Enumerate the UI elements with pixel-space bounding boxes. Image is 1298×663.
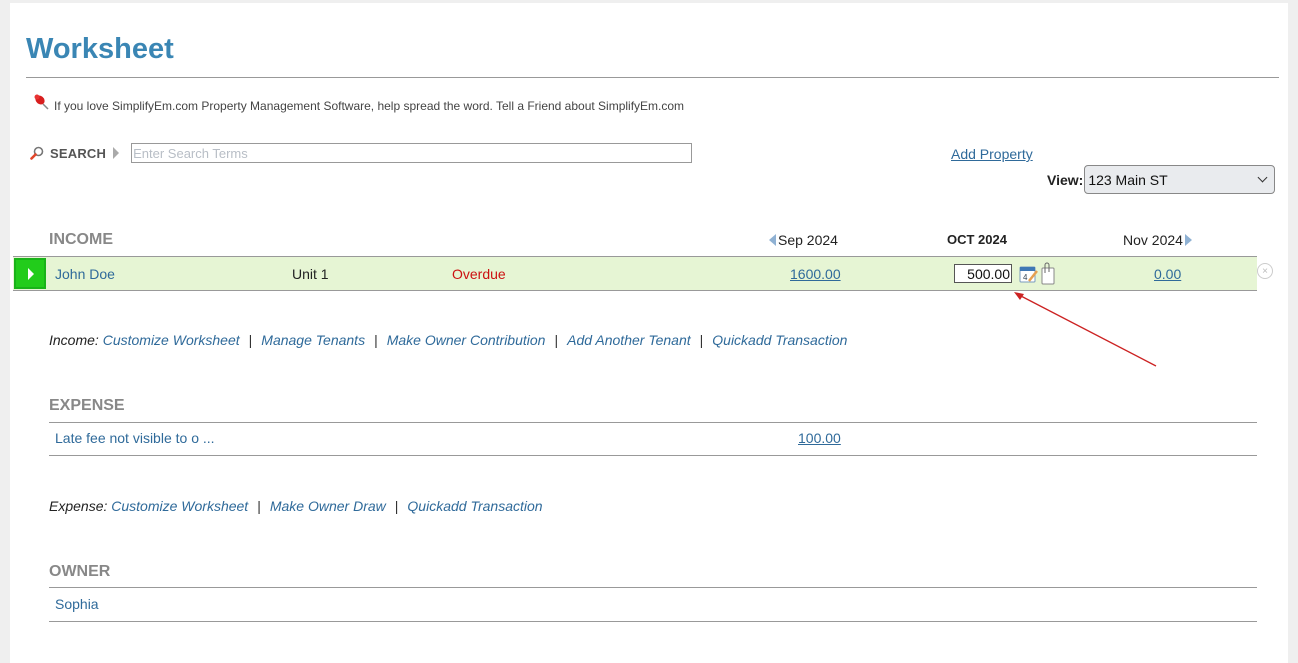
title-divider [26, 77, 1279, 78]
current-month-label: OCT 2024 [947, 232, 1007, 247]
expense-divider-bottom [49, 455, 1257, 456]
income-links-label: Income: [49, 332, 99, 348]
make-owner-contribution-link[interactable]: Make Owner Contribution [387, 332, 546, 348]
owner-divider-top [49, 587, 1257, 588]
add-another-tenant-link[interactable]: Add Another Tenant [567, 332, 691, 348]
prev-month-label: Sep 2024 [778, 232, 838, 248]
chevron-down-icon [1257, 172, 1268, 183]
prev-month-arrow-icon[interactable] [769, 234, 776, 246]
income-links: Income: Customize Worksheet | Manage Tenan… [49, 332, 848, 348]
paperclip-document-icon[interactable] [1040, 262, 1056, 286]
expand-row-button[interactable] [14, 258, 46, 289]
add-property-link[interactable]: Add Property [951, 146, 1033, 162]
pushpin-icon [34, 94, 49, 110]
unit-label: Unit 1 [292, 266, 329, 282]
view-label: View: [1047, 171, 1084, 188]
play-arrow-icon [28, 267, 34, 280]
next-month-arrow-icon[interactable] [1184, 234, 1192, 246]
next-month-label: Nov 2024 [1123, 232, 1183, 248]
expense-divider-top [49, 422, 1257, 423]
make-owner-draw-link[interactable]: Make Owner Draw [270, 498, 386, 514]
prev-amount-link[interactable]: 1600.00 [790, 266, 841, 282]
search-arrow-icon [113, 147, 120, 159]
next-amount-link[interactable]: 0.00 [1154, 266, 1181, 282]
annotation-arrow [1014, 292, 1157, 367]
expense-links: Expense: Customize Worksheet | Make Owner … [49, 498, 543, 514]
property-select[interactable]: 123 Main ST [1084, 165, 1276, 194]
income-customize-worksheet-link[interactable]: Customize Worksheet [103, 332, 240, 348]
calendar-edit-icon[interactable]: 4 [1019, 264, 1039, 284]
income-row: John Doe Unit 1 Overdue 1600.00 4 0.00 [13, 256, 1257, 291]
property-select-value: 123 Main ST [1088, 171, 1168, 188]
expense-heading: EXPENSE [49, 397, 125, 414]
expense-quickadd-transaction-link[interactable]: Quickadd Transaction [407, 498, 542, 514]
manage-tenants-link[interactable]: Manage Tenants [261, 332, 365, 348]
status-badge: Overdue [452, 266, 506, 282]
search-bar: SEARCH [30, 143, 693, 163]
close-circle-icon[interactable]: × [1257, 263, 1273, 279]
income-heading: INCOME [49, 231, 113, 248]
expense-links-label: Expense: [49, 498, 108, 514]
search-label: SEARCH [50, 145, 107, 161]
tenant-name-link[interactable]: John Doe [55, 266, 115, 282]
next-month-nav[interactable]: Nov 2024 [1123, 232, 1192, 248]
owner-heading: OWNER [49, 563, 111, 580]
owner-divider-bottom [49, 621, 1257, 622]
search-icon [30, 146, 44, 160]
expense-description-link[interactable]: Late fee not visible to o ... [55, 430, 215, 446]
svg-text:4: 4 [1023, 273, 1028, 282]
promo-text: If you love SimplifyEm.com Property Mana… [54, 99, 685, 113]
promo-banner: If you love SimplifyEm.com Property Mana… [32, 94, 685, 113]
search-input[interactable] [131, 143, 693, 163]
prev-month-nav[interactable]: Sep 2024 [769, 232, 838, 248]
expense-prev-amount-link[interactable]: 100.00 [798, 430, 841, 446]
view-selector: View: 123 Main ST [1047, 165, 1276, 194]
page-title: Worksheet [26, 33, 174, 65]
income-quickadd-transaction-link[interactable]: Quickadd Transaction [712, 332, 847, 348]
expense-customize-worksheet-link[interactable]: Customize Worksheet [111, 498, 248, 514]
current-amount-input[interactable] [954, 264, 1012, 283]
owner-name-link[interactable]: Sophia [55, 596, 99, 612]
